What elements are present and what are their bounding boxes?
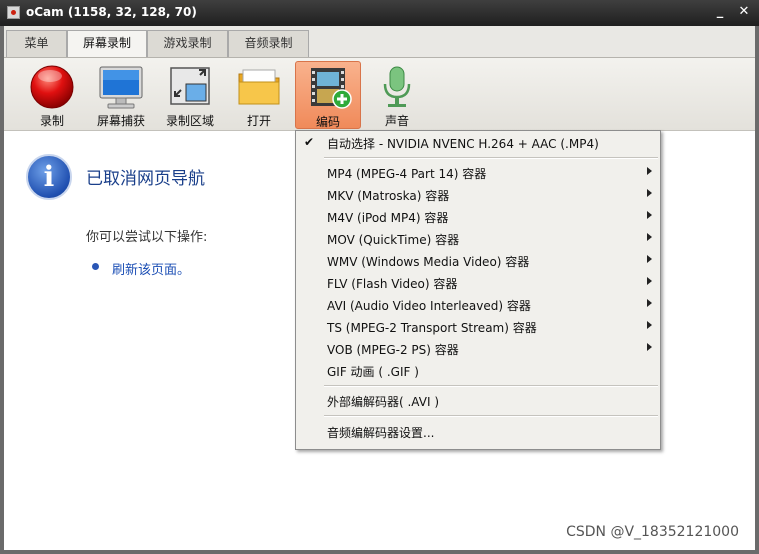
menu-item-label: FLV (Flash Video) 容器 <box>327 277 458 291</box>
submenu-arrow-icon <box>647 189 652 197</box>
menu-separator <box>324 385 658 387</box>
menu-item-ts[interactable]: TS (MPEG-2 Transport Stream) 容器 <box>298 316 658 338</box>
submenu-arrow-icon <box>647 167 652 175</box>
tab-bar: 菜单 屏幕录制 游戏录制 音频录制 <box>4 26 755 58</box>
tab-game-record[interactable]: 游戏录制 <box>147 30 228 57</box>
record-region-label: 录制区域 <box>165 114 214 128</box>
tab-screen-record[interactable]: 屏幕录制 <box>67 30 147 58</box>
menu-item-audio-codec-settings[interactable]: 音频编解码器设置... <box>298 421 658 443</box>
menu-item-label: GIF 动画 ( .GIF ) <box>327 365 419 379</box>
ocam-app-icon <box>7 6 20 19</box>
menu-item-label: 音频编解码器设置... <box>327 426 435 440</box>
menu-item-label: VOB (MPEG-2 PS) 容器 <box>327 343 459 357</box>
menu-item-external-codec[interactable]: 外部编解码器( .AVI ) <box>298 390 658 412</box>
submenu-arrow-icon <box>647 343 652 351</box>
info-icon: i <box>26 154 72 200</box>
codec-label: 编码 <box>315 115 340 129</box>
tab-audio-record[interactable]: 音频录制 <box>228 30 309 57</box>
title-bar[interactable]: oCam (1158, 32, 128, 70) _ ✕ <box>0 0 759 26</box>
submenu-arrow-icon <box>647 233 652 241</box>
menu-item-label: MOV (QuickTime) 容器 <box>327 233 460 247</box>
codec-dropdown-menu: ✔ 自动选择 - NVIDIA NVENC H.264 + AAC (.MP4)… <box>295 130 661 450</box>
menu-item-label: AVI (Audio Video Interleaved) 容器 <box>327 299 531 313</box>
resize-region-icon <box>170 67 210 105</box>
close-icon[interactable]: ✕ <box>733 3 755 21</box>
record-button[interactable]: 录制 <box>19 61 85 129</box>
bullet-icon <box>92 263 99 270</box>
menu-item-label: 自动选择 - NVIDIA NVENC H.264 + AAC (.MP4) <box>327 137 599 151</box>
submenu-arrow-icon <box>647 321 652 329</box>
menu-separator <box>324 415 658 417</box>
menu-item-label: WMV (Windows Media Video) 容器 <box>327 255 530 269</box>
monitor-icon <box>99 66 143 109</box>
submenu-arrow-icon <box>647 211 652 219</box>
screenshot-label: 屏幕捕获 <box>96 114 145 128</box>
submenu-arrow-icon <box>647 277 652 285</box>
screenshot-button[interactable]: 屏幕捕获 <box>88 61 154 129</box>
ocam-window: oCam (1158, 32, 128, 70) _ ✕ 菜单 屏幕录制 游戏录… <box>0 0 759 554</box>
watermark: CSDN @V_18352121000 <box>566 524 739 540</box>
sound-button[interactable]: 声音 <box>364 61 430 129</box>
menu-item-m4v[interactable]: M4V (iPod MP4) 容器 <box>298 206 658 228</box>
codec-button[interactable]: 编码 <box>295 61 361 129</box>
page-title: 已取消网页导航 <box>86 169 205 189</box>
menu-item-mkv[interactable]: MKV (Matroska) 容器 <box>298 184 658 206</box>
menu-item-vob[interactable]: VOB (MPEG-2 PS) 容器 <box>298 338 658 360</box>
menu-item-mov[interactable]: MOV (QuickTime) 容器 <box>298 228 658 250</box>
menu-item-mp4[interactable]: MP4 (MPEG-4 Part 14) 容器 <box>298 162 658 184</box>
record-region-button[interactable]: 录制区域 <box>157 61 223 129</box>
tab-menu[interactable]: 菜单 <box>6 30 67 57</box>
menu-item-label: MKV (Matroska) 容器 <box>327 189 450 203</box>
folder-icon <box>238 69 280 105</box>
menu-item-label: M4V (iPod MP4) 容器 <box>327 211 449 225</box>
submenu-arrow-icon <box>647 255 652 263</box>
menu-item-label: 外部编解码器( .AVI ) <box>327 395 439 409</box>
menu-item-gif[interactable]: GIF 动画 ( .GIF ) <box>298 360 658 382</box>
microphone-icon <box>383 66 411 107</box>
film-codec-icon <box>311 68 352 109</box>
menu-item-avi[interactable]: AVI (Audio Video Interleaved) 容器 <box>298 294 658 316</box>
menu-item-flv[interactable]: FLV (Flash Video) 容器 <box>298 272 658 294</box>
record-label: 录制 <box>39 114 64 128</box>
sound-label: 声音 <box>384 114 409 128</box>
open-button[interactable]: 打开 <box>226 61 292 129</box>
refresh-page-link[interactable]: 刷新该页面。 <box>112 259 190 278</box>
menu-item-wmv[interactable]: WMV (Windows Media Video) 容器 <box>298 250 658 272</box>
open-label: 打开 <box>246 114 271 128</box>
submenu-arrow-icon <box>647 299 652 307</box>
checkmark-icon: ✔ <box>304 135 315 149</box>
minimize-icon[interactable]: _ <box>709 3 731 21</box>
menu-separator <box>324 157 658 159</box>
record-icon <box>30 65 74 109</box>
menu-item-label: TS (MPEG-2 Transport Stream) 容器 <box>327 321 537 335</box>
window-title: oCam (1158, 32, 128, 70) <box>26 5 197 19</box>
toolbar: 录制 屏幕捕获 录制区域 打开 编码 声音 <box>4 57 755 131</box>
menu-item-label: MP4 (MPEG-4 Part 14) 容器 <box>327 167 487 181</box>
hint-text: 你可以尝试以下操作: <box>86 230 208 245</box>
menu-item-auto[interactable]: ✔ 自动选择 - NVIDIA NVENC H.264 + AAC (.MP4) <box>298 132 658 154</box>
